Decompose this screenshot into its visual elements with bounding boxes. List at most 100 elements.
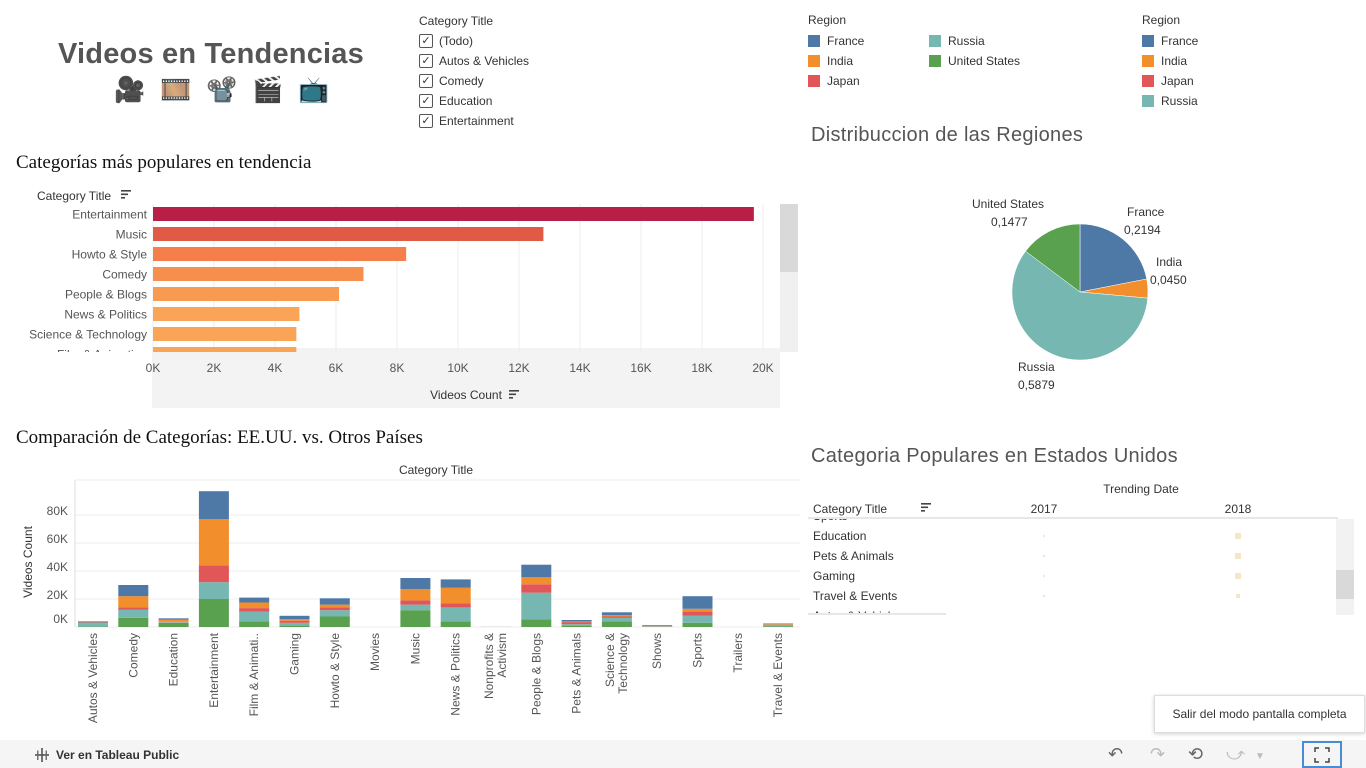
cell-education-2018[interactable] [1235, 533, 1241, 539]
filter-item-comedy[interactable]: ✓ Comedy [419, 71, 529, 91]
segment-people-blogs-russia[interactable] [521, 592, 552, 620]
segment-entertainment-france[interactable] [198, 491, 229, 520]
segment-pets-animals-russia[interactable] [561, 624, 592, 626]
segment-film-animati-japan[interactable] [239, 608, 270, 612]
bar-comedy[interactable] [153, 267, 364, 281]
segment-howto-style-france[interactable] [319, 598, 350, 605]
segment-howto-style-russia[interactable] [319, 610, 350, 617]
cell-autos-vehicles-2018[interactable] [1236, 614, 1240, 618]
legend-item-france[interactable]: France [808, 31, 929, 51]
segment-gaming-united-states[interactable] [279, 625, 310, 627]
segment-gaming-russia[interactable] [279, 622, 310, 626]
legend-item-japan[interactable]: Japan [1142, 71, 1198, 91]
segment-education-russia[interactable] [158, 622, 189, 623]
segment-entertainment-india[interactable] [198, 519, 229, 566]
segment-gaming-india[interactable] [279, 619, 310, 621]
sort-icon[interactable] [921, 503, 931, 512]
segment-howto-style-japan[interactable] [319, 607, 350, 611]
legend-item-russia[interactable]: Russia [1142, 91, 1198, 111]
segment-pets-animals-france[interactable] [561, 620, 592, 622]
segment-sports-united-states[interactable] [682, 622, 713, 627]
segment-music-united-states[interactable] [400, 610, 431, 627]
segment-autos-vehicles-russia[interactable] [78, 623, 108, 627]
segment-pets-animals-japan[interactable] [561, 622, 592, 625]
segment-music-france[interactable] [400, 578, 431, 590]
segment-news-politics-united-states[interactable] [440, 621, 471, 627]
refresh-icon[interactable]: ⤻ [1226, 744, 1245, 765]
segment-news-politics-japan[interactable] [440, 603, 471, 608]
segment-comedy-india[interactable] [118, 596, 149, 608]
checkbox[interactable]: ✓ [419, 94, 433, 108]
cell-travel-events-2017[interactable] [1043, 595, 1045, 597]
sort-icon[interactable] [121, 190, 131, 199]
segment-howto-style-united-states[interactable] [319, 616, 350, 628]
segment-education-france[interactable] [158, 618, 189, 620]
segment-film-animati-france[interactable] [239, 597, 270, 603]
chevron-down-icon[interactable]: ▼ [1255, 751, 1265, 762]
checkbox[interactable]: ✓ [419, 114, 433, 128]
segment-film-animati-russia[interactable] [239, 611, 270, 622]
segment-science-technology-russia[interactable] [601, 617, 632, 622]
filter-item-todo[interactable]: ✓ (Todo) [419, 31, 529, 51]
cell-gaming-2017[interactable] [1043, 575, 1045, 577]
table-scrollbar-track[interactable] [1336, 519, 1354, 615]
undo-icon[interactable]: ↶ [1108, 744, 1123, 765]
segment-people-blogs-india[interactable] [521, 577, 552, 585]
legend-item-japan[interactable]: Japan [808, 71, 929, 91]
segment-pets-animals-india[interactable] [561, 621, 592, 623]
table-scrollbar-thumb[interactable] [1336, 570, 1354, 599]
cell-travel-events-2018[interactable] [1236, 594, 1240, 598]
legend-item-united-states[interactable]: United States [929, 51, 1049, 71]
bar-people-blogs[interactable] [153, 287, 340, 301]
segment-music-india[interactable] [400, 589, 431, 601]
legend-item-india[interactable]: India [808, 51, 929, 71]
segment-comedy-japan[interactable] [118, 607, 149, 610]
segment-people-blogs-france[interactable] [521, 564, 552, 578]
segment-film-animati-india[interactable] [239, 602, 270, 609]
segment-news-politics-russia[interactable] [440, 607, 471, 622]
segment-comedy-united-states[interactable] [118, 617, 149, 627]
segment-comedy-france[interactable] [118, 585, 149, 597]
segment-autos-vehicles-france[interactable] [78, 621, 108, 623]
cell-autos-vehicles-2017[interactable] [1043, 615, 1045, 617]
segment-shows-russia[interactable] [642, 626, 673, 627]
segment-comedy-russia[interactable] [118, 609, 149, 618]
chart-scrollbar-thumb[interactable] [780, 204, 798, 272]
bar-news-politics[interactable] [153, 307, 300, 321]
segment-howto-style-india[interactable] [319, 604, 350, 608]
legend-item-france[interactable]: France [1142, 31, 1198, 51]
segment-shows-france[interactable] [642, 625, 673, 626]
cell-pets-animals-2017[interactable] [1043, 555, 1045, 557]
segment-people-blogs-japan[interactable] [521, 584, 552, 593]
segment-gaming-france[interactable] [279, 615, 310, 620]
segment-education-united-states[interactable] [158, 622, 189, 627]
segment-education-india[interactable] [158, 619, 189, 622]
segment-entertainment-russia[interactable] [198, 582, 229, 599]
segment-travel-events-india[interactable] [763, 624, 794, 625]
segment-music-russia[interactable] [400, 604, 431, 611]
segment-music-japan[interactable] [400, 600, 431, 605]
segment-sports-india[interactable] [682, 608, 713, 612]
bar-music[interactable] [153, 227, 544, 241]
segment-science-technology-india[interactable] [601, 615, 632, 617]
legend-item-india[interactable]: India [1142, 51, 1198, 71]
segment-pets-animals-united-states[interactable] [561, 625, 592, 627]
legend-item-russia[interactable]: Russia [929, 31, 1049, 51]
segment-sports-france[interactable] [682, 596, 713, 609]
checkbox[interactable]: ✓ [419, 74, 433, 88]
segment-gaming-japan[interactable] [279, 620, 310, 623]
cell-gaming-2018[interactable] [1235, 573, 1241, 579]
segment-travel-events-united-states[interactable] [763, 626, 794, 627]
segment-sports-russia[interactable] [682, 615, 713, 623]
segment-entertainment-united-states[interactable] [198, 599, 229, 627]
checkbox[interactable]: ✓ [419, 54, 433, 68]
cell-education-2017[interactable] [1043, 535, 1045, 537]
segment-science-technology-united-states[interactable] [601, 621, 632, 627]
cell-pets-animals-2018[interactable] [1235, 553, 1241, 559]
view-on-tableau-link[interactable]: Ver en Tableau Public [34, 747, 179, 763]
filter-item-autos-vehicles[interactable]: ✓ Autos & Vehicles [419, 51, 529, 71]
filter-item-entertainment[interactable]: ✓ Entertainment [419, 111, 529, 131]
segment-travel-events-russia[interactable] [763, 625, 794, 627]
segment-film-animati-united-states[interactable] [239, 621, 270, 627]
redo-icon[interactable]: ↷ [1150, 744, 1165, 765]
